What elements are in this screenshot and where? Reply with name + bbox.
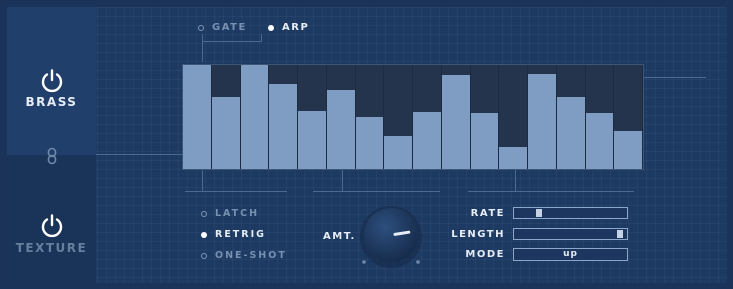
sequencer-step[interactable] <box>556 65 586 169</box>
length-label: LENGTH <box>451 229 505 240</box>
connector-line <box>96 154 182 155</box>
sequencer-step-bar <box>470 112 499 169</box>
sequencer-step-bar <box>614 130 642 169</box>
radio-icon <box>268 24 274 31</box>
connector-line <box>202 34 203 62</box>
trigger-oneshot-label: ONE-SHOT <box>215 250 287 261</box>
sequencer-step[interactable] <box>470 65 500 169</box>
sequencer-step-bar <box>355 117 384 169</box>
sequencer-step-bar <box>441 75 470 169</box>
layer-texture-label: TEXTURE <box>15 241 88 255</box>
sequencer-step-bar <box>326 89 355 169</box>
length-slider[interactable] <box>513 228 628 240</box>
radio-icon <box>198 24 204 31</box>
sequencer-step[interactable] <box>528 65 557 169</box>
sequencer-step[interactable] <box>211 65 241 169</box>
sequencer-step-bar <box>240 65 269 169</box>
sequencer-step-bar <box>211 97 240 169</box>
sequencer-step[interactable] <box>326 65 356 169</box>
sequencer-step[interactable] <box>298 65 327 169</box>
mode-select[interactable]: up <box>513 248 628 261</box>
trigger-retrig-option[interactable]: RETRIG <box>201 229 266 240</box>
length-slider-thumb[interactable] <box>616 230 623 238</box>
connector-line <box>515 170 516 192</box>
sequencer-step[interactable] <box>441 65 471 169</box>
layer-brass-panel[interactable]: BRASS <box>7 7 96 155</box>
connector-line <box>202 170 203 192</box>
arp-panel: BRASS TEXTURE GATE ARP LATCH RETRIG ONE-… <box>7 7 727 283</box>
connector-line <box>644 77 706 78</box>
rate-slider[interactable] <box>513 207 628 219</box>
amount-knob[interactable] <box>359 205 423 269</box>
sequencer-step[interactable] <box>240 65 270 169</box>
power-icon[interactable] <box>39 213 65 239</box>
layer-brass-label: BRASS <box>25 95 78 109</box>
connector-line <box>342 170 343 192</box>
mode-label: MODE <box>465 249 505 260</box>
connector-line <box>185 191 287 192</box>
sequencer-step[interactable] <box>413 65 442 169</box>
trigger-latch-label: LATCH <box>215 208 260 219</box>
mode-arp-option[interactable]: ARP <box>268 22 309 33</box>
connector-line <box>313 191 440 192</box>
radio-icon <box>201 210 207 217</box>
sequencer-step-bar <box>384 135 412 169</box>
connector-line <box>261 34 262 42</box>
sequencer-step-bar <box>585 112 614 169</box>
amount-label: AMT. <box>323 231 356 242</box>
radio-icon <box>201 231 207 238</box>
sequencer-step[interactable] <box>269 65 298 169</box>
sequencer-step-bar <box>269 83 297 169</box>
connector-line <box>202 41 261 42</box>
sequencer-step-bar <box>528 74 556 169</box>
connector-line <box>468 191 634 192</box>
layer-texture-panel[interactable]: TEXTURE <box>7 155 96 283</box>
sequencer-step-bar <box>499 147 527 169</box>
power-icon[interactable] <box>39 68 65 94</box>
step-sequencer[interactable] <box>182 64 644 170</box>
trigger-latch-option[interactable]: LATCH <box>201 208 259 219</box>
sequencer-step[interactable] <box>183 65 212 169</box>
sequencer-step-bar <box>298 110 326 169</box>
trigger-oneshot-option[interactable]: ONE-SHOT <box>201 250 287 261</box>
rate-slider-thumb[interactable] <box>536 209 542 217</box>
rate-label: RATE <box>470 208 505 219</box>
sequencer-step[interactable] <box>499 65 528 169</box>
mode-gate-label: GATE <box>212 22 247 33</box>
sequencer-step[interactable] <box>614 65 643 169</box>
sequencer-step-bar <box>556 97 585 169</box>
sequencer-step-bar <box>183 65 211 169</box>
sequencer-step[interactable] <box>384 65 413 169</box>
mode-gate-option[interactable]: GATE <box>198 22 247 33</box>
trigger-retrig-label: RETRIG <box>215 229 266 240</box>
sequencer-step[interactable] <box>585 65 615 169</box>
sequencer-step[interactable] <box>355 65 385 169</box>
radio-icon <box>201 252 207 259</box>
link-icon[interactable] <box>45 147 59 165</box>
sequencer-step-bar <box>413 111 441 169</box>
mode-arp-label: ARP <box>282 22 310 33</box>
